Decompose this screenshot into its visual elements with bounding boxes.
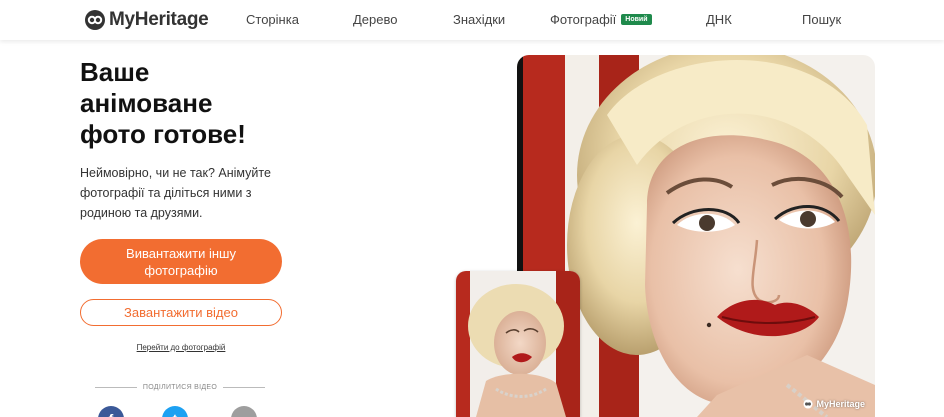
page-title-line: фото готове!: [80, 119, 246, 149]
myheritage-watermark-icon: [803, 399, 814, 409]
facebook-share-button[interactable]: f: [98, 406, 124, 417]
nav-item-dna[interactable]: ДНК: [706, 12, 732, 27]
nav-item-search[interactable]: Пошук: [802, 12, 841, 27]
divider-line: [95, 386, 137, 388]
facebook-icon: f: [109, 411, 114, 417]
original-photo-thumbnail[interactable]: [456, 271, 580, 417]
thumbnail-portrait-illustration: [456, 271, 580, 417]
page-title-line: анімоване: [80, 88, 213, 118]
top-nav-bar: MyHeritage Сторінка Дерево Знахідки Фото…: [0, 0, 944, 40]
page-title-line: Ваше: [80, 57, 150, 87]
link-icon: ∞: [239, 411, 249, 417]
copy-link-button[interactable]: ∞: [231, 406, 257, 417]
nav-item-home[interactable]: Сторінка: [246, 12, 299, 27]
myheritage-watermark: MyHeritage: [803, 399, 865, 409]
myheritage-logo-icon: [85, 10, 105, 30]
page-title: Ваше анімоване фото готове!: [80, 57, 280, 150]
new-badge: Новий: [621, 14, 652, 26]
download-video-button[interactable]: Завантажити відео: [80, 299, 282, 326]
nav-item-tree[interactable]: Дерево: [353, 12, 397, 27]
divider-line: [223, 386, 266, 388]
myheritage-logo[interactable]: MyHeritage: [84, 7, 209, 33]
upload-another-photo-button[interactable]: Вивантажити іншу фотографію: [80, 239, 282, 284]
twitter-share-button[interactable]: t: [162, 406, 188, 417]
watermark-text: MyHeritage: [816, 399, 865, 409]
nav-item-discoveries[interactable]: Знахідки: [453, 12, 505, 27]
twitter-icon: t: [173, 411, 178, 417]
share-video-label: ПОДІЛИТИСЯ ВІДЕО: [142, 383, 218, 391]
nav-item-photos-label: Фотографії: [550, 12, 617, 27]
go-to-photos-link[interactable]: Перейти до фотографій: [80, 343, 282, 352]
nav-item-photos[interactable]: Фотографії Новий: [550, 12, 652, 27]
share-divider: ПОДІЛИТИСЯ ВІДЕО: [95, 382, 266, 392]
logo-text: MyHeritage: [109, 9, 209, 30]
hero-description: Неймовірно, чи не так? Анімуйте фотограф…: [80, 166, 271, 220]
